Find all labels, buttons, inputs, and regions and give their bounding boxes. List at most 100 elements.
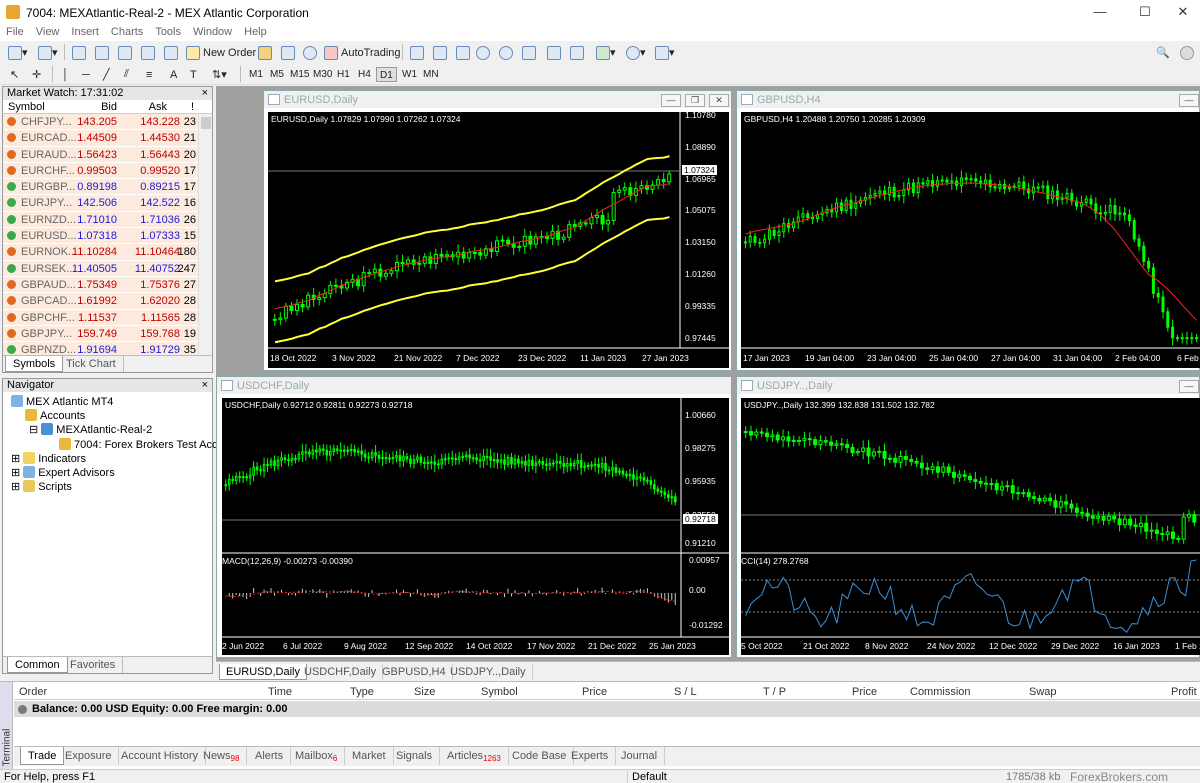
col-tp[interactable]: T / P	[763, 686, 786, 698]
col-symbol[interactable]: Symbol	[8, 101, 45, 113]
tile-windows-icon[interactable]	[522, 44, 536, 61]
col-order[interactable]: Order	[19, 686, 47, 698]
crosshair-icon[interactable]: ✛	[32, 66, 41, 83]
menu-insert[interactable]: Insert	[65, 24, 105, 38]
minimize-button[interactable]: —	[1085, 4, 1115, 20]
tf-m15[interactable]: M15	[287, 67, 312, 82]
search-icon[interactable]: 🔍	[1156, 44, 1170, 61]
cursor-icon[interactable]: ↖	[10, 66, 19, 83]
tf-d1[interactable]: D1	[376, 67, 397, 82]
tf-h1[interactable]: H1	[334, 67, 353, 82]
col-time[interactable]: Time	[268, 686, 292, 698]
market-watch-row[interactable]: EURNOK... 11.10284 11.10464 180	[3, 244, 212, 261]
candlestick-icon[interactable]	[433, 44, 447, 61]
signals-icon[interactable]	[281, 44, 295, 61]
menu-view[interactable]: View	[30, 24, 66, 38]
usdchf-chart-canvas[interactable]: USDCHF,Daily 0.92712 0.92811 0.92273 0.9…	[222, 398, 729, 655]
terminal-tab-articles[interactable]: Articles1263	[440, 747, 509, 765]
chart-tab-usdchf[interactable]: USDCHF,Daily	[298, 664, 384, 680]
horizontal-line-icon[interactable]: ─	[82, 66, 90, 83]
zoom-out-icon[interactable]	[499, 44, 513, 61]
chart-window-gbpusd[interactable]: GBPUSD,H4 — GBPUSD,H4 1.20488 1.20750 1.…	[736, 90, 1200, 371]
minimize-button[interactable]: —	[1179, 380, 1199, 393]
indicators-icon[interactable]: ▾	[596, 44, 616, 61]
bar-chart-icon[interactable]	[410, 44, 424, 61]
col-profit[interactable]: Profit	[1171, 686, 1197, 698]
minimize-button[interactable]: —	[1179, 94, 1199, 107]
col-bid[interactable]: Bid	[101, 101, 117, 113]
market-watch-row[interactable]: EURGBP... 0.89198 0.89215 17	[3, 179, 212, 196]
nav-accounts[interactable]: Accounts	[25, 409, 85, 422]
close-icon[interactable]: ×	[202, 87, 208, 99]
usdjpy-chart-canvas[interactable]: USDJPY..,Daily 132.399 132.838 131.502 1…	[741, 398, 1200, 655]
close-button[interactable]: ✕	[709, 94, 729, 107]
fibonacci-icon[interactable]: ≡	[146, 66, 152, 83]
channel-icon[interactable]: ⫽	[124, 66, 129, 83]
line-chart-icon[interactable]	[456, 44, 470, 61]
tab-tick-chart[interactable]: Tick Chart	[59, 356, 124, 372]
new-chart-button[interactable]: ▾	[8, 44, 28, 61]
menu-help[interactable]: Help	[238, 24, 273, 38]
market-watch-row[interactable]: EURCAD... 1.44509 1.44530 21	[3, 130, 212, 147]
text-label-icon[interactable]: T	[190, 66, 197, 83]
market-watch-row[interactable]: GBPCHF... 1.11537 1.11565 28	[3, 309, 212, 326]
autotrading-button[interactable]: AutoTrading	[324, 44, 401, 61]
nav-experts[interactable]: ⊞ Expert Advisors	[11, 466, 115, 479]
vertical-line-icon[interactable]: │	[62, 66, 69, 83]
autoscroll-icon[interactable]	[570, 44, 584, 61]
col-size[interactable]: Size	[414, 686, 435, 698]
market-watch-row[interactable]: EURSEK... 11.40505 11.40752 247	[3, 260, 212, 277]
close-button[interactable]: ✕	[1168, 4, 1198, 20]
market-watch-row[interactable]: GBPJPY... 159.749 159.768 19	[3, 325, 212, 343]
navigator-icon[interactable]	[118, 44, 132, 61]
terminal-tab-mailbox[interactable]: Mailbox6	[288, 747, 346, 765]
nav-indicators[interactable]: ⊞ Indicators	[11, 452, 86, 465]
market-watch-row[interactable]: EURJPY... 142.506 142.522 16	[3, 195, 212, 212]
close-icon[interactable]: ×	[202, 379, 208, 391]
tf-m1[interactable]: M1	[246, 67, 266, 82]
nav-scripts[interactable]: ⊞ Scripts	[11, 480, 72, 493]
col-swap[interactable]: Swap	[1029, 686, 1057, 698]
tf-mn[interactable]: MN	[420, 67, 442, 82]
nav-account[interactable]: 7004: Forex Brokers Test Accour	[59, 438, 233, 451]
terminal-tab-account-history[interactable]: Account History	[114, 747, 207, 765]
tab-symbols[interactable]: Symbols	[5, 356, 64, 372]
tf-m5[interactable]: M5	[267, 67, 287, 82]
chart-tab-gbpusd[interactable]: GBPUSD,H4	[376, 664, 453, 680]
menu-charts[interactable]: Charts	[105, 24, 149, 38]
col-ask[interactable]: Ask	[149, 101, 167, 113]
chart-window-eurusd[interactable]: EURUSD,Daily — ❐ ✕ EURUSD,Daily 1.07829 …	[263, 90, 732, 371]
eurusd-chart-canvas[interactable]: EURUSD,Daily 1.07829 1.07990 1.07262 1.0…	[268, 110, 729, 368]
col-price[interactable]: Price	[582, 686, 607, 698]
col-spread[interactable]: !	[191, 101, 194, 113]
data-window-icon[interactable]	[95, 44, 109, 61]
col-type[interactable]: Type	[350, 686, 374, 698]
restore-button[interactable]: ❐	[685, 94, 705, 107]
menu-tools[interactable]: Tools	[149, 24, 187, 38]
chart-window-usdchf[interactable]: USDCHF,Daily USDCHF,Daily 0.92712 0.9281…	[216, 376, 732, 658]
nav-server[interactable]: ⊟ MEXAtlantic-Real-2	[29, 423, 152, 436]
tf-m30[interactable]: M30	[310, 67, 335, 82]
terminal-icon[interactable]	[141, 44, 155, 61]
market-watch-row[interactable]: GBPAUD... 1.75349 1.75376 27	[3, 276, 212, 294]
new-order-button[interactable]: New Order	[186, 44, 256, 61]
zoom-in-icon[interactable]	[476, 44, 490, 61]
terminal-tab-market[interactable]: Market	[345, 747, 394, 765]
market-watch-row[interactable]: EURNZD... 1.71010 1.71036 26	[3, 211, 212, 229]
menu-window[interactable]: Window	[187, 24, 238, 38]
user-icon[interactable]	[1180, 44, 1194, 61]
gbpusd-chart-canvas[interactable]: GBPUSD,H4 1.20488 1.20750 1.20285 1.2030…	[741, 112, 1200, 368]
terminal-tab-signals[interactable]: Signals	[389, 747, 441, 765]
market-watch-scrollbar[interactable]	[198, 114, 212, 356]
col-sl[interactable]: S / L	[674, 686, 697, 698]
metaeditor-icon[interactable]	[258, 44, 272, 61]
market-watch-row[interactable]: EURAUD... 1.56423 1.56443 20	[3, 146, 212, 163]
templates-icon[interactable]: ▾	[655, 44, 675, 61]
minimize-button[interactable]: —	[661, 94, 681, 107]
menu-file[interactable]: File	[0, 24, 30, 38]
terminal-tab-exposure[interactable]: Exposure	[58, 747, 120, 765]
terminal-tab-alerts[interactable]: Alerts	[248, 747, 292, 765]
chart-shift-icon[interactable]	[547, 44, 561, 61]
terminal-tab-journal[interactable]: Journal	[614, 747, 666, 765]
tf-h4[interactable]: H4	[355, 67, 374, 82]
